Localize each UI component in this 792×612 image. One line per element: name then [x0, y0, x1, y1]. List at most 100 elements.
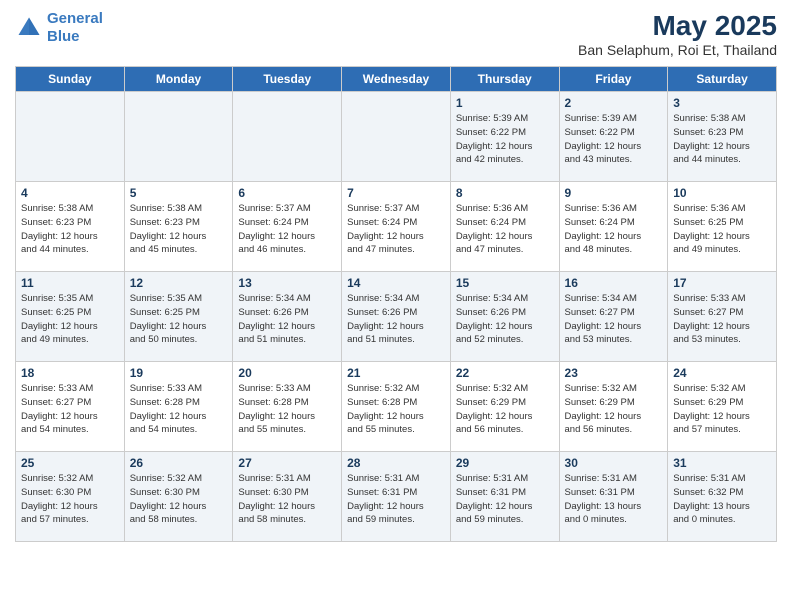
day-cell: 14Sunrise: 5:34 AMSunset: 6:26 PMDayligh…	[342, 272, 451, 362]
day-detail: Sunrise: 5:36 AMSunset: 6:24 PMDaylight:…	[565, 202, 663, 257]
week-row-1: 1 Sunrise: 5:39 AMSunset: 6:22 PMDaylight…	[16, 92, 777, 182]
day-detail: Sunrise: 5:35 AMSunset: 6:25 PMDaylight:…	[21, 292, 119, 347]
day-number: 22	[456, 366, 554, 380]
day-cell: 5 Sunrise: 5:38 AMSunset: 6:23 PMDaylight…	[124, 182, 233, 272]
day-number: 29	[456, 456, 554, 470]
page-title: May 2025	[578, 10, 777, 42]
day-number: 30	[565, 456, 663, 470]
page: General Blue May 2025 Ban Selaphum, Roi …	[0, 0, 792, 557]
day-number: 9	[565, 186, 663, 200]
day-detail: Sunrise: 5:32 AMSunset: 6:28 PMDaylight:…	[347, 382, 445, 437]
col-header-tuesday: Tuesday	[233, 67, 342, 92]
day-cell: 8 Sunrise: 5:36 AMSunset: 6:24 PMDaylight…	[450, 182, 559, 272]
logo-line2: Blue	[47, 28, 80, 45]
day-detail: Sunrise: 5:38 AMSunset: 6:23 PMDaylight:…	[130, 202, 228, 257]
day-detail: Sunrise: 5:31 AMSunset: 6:30 PMDaylight:…	[238, 472, 336, 527]
logo-text: General Blue	[47, 10, 103, 46]
day-number: 13	[238, 276, 336, 290]
col-header-sunday: Sunday	[16, 67, 125, 92]
day-detail: Sunrise: 5:38 AMSunset: 6:23 PMDaylight:…	[21, 202, 119, 257]
day-detail: Sunrise: 5:39 AMSunset: 6:22 PMDaylight:…	[565, 112, 663, 167]
day-detail: Sunrise: 5:32 AMSunset: 6:29 PMDaylight:…	[565, 382, 663, 437]
day-number: 20	[238, 366, 336, 380]
day-cell: 17 Sunrise: 5:33 AMSunset: 6:27 PMDayligh…	[668, 272, 777, 362]
day-cell: 24 Sunrise: 5:32 AMSunset: 6:29 PMDayligh…	[668, 362, 777, 452]
header-row: SundayMondayTuesdayWednesdayThursdayFrid…	[16, 67, 777, 92]
week-row-3: 11Sunrise: 5:35 AMSunset: 6:25 PMDayligh…	[16, 272, 777, 362]
day-detail: Sunrise: 5:34 AMSunset: 6:26 PMDaylight:…	[238, 292, 336, 347]
day-number: 5	[130, 186, 228, 200]
day-cell: 23Sunrise: 5:32 AMSunset: 6:29 PMDayligh…	[559, 362, 668, 452]
day-number: 3	[673, 96, 771, 110]
day-detail: Sunrise: 5:36 AMSunset: 6:24 PMDaylight:…	[456, 202, 554, 257]
day-cell: 22 Sunrise: 5:32 AMSunset: 6:29 PMDayligh…	[450, 362, 559, 452]
day-detail: Sunrise: 5:34 AMSunset: 6:26 PMDaylight:…	[456, 292, 554, 347]
day-detail: Sunrise: 5:32 AMSunset: 6:29 PMDaylight:…	[673, 382, 771, 437]
calendar-table: SundayMondayTuesdayWednesdayThursdayFrid…	[15, 66, 777, 542]
day-cell: 10 Sunrise: 5:36 AMSunset: 6:25 PMDayligh…	[668, 182, 777, 272]
day-detail: Sunrise: 5:31 AMSunset: 6:31 PMDaylight:…	[565, 472, 663, 527]
day-detail: Sunrise: 5:31 AMSunset: 6:31 PMDaylight:…	[456, 472, 554, 527]
week-row-2: 4 Sunrise: 5:38 AMSunset: 6:23 PMDaylight…	[16, 182, 777, 272]
day-cell: 1 Sunrise: 5:39 AMSunset: 6:22 PMDaylight…	[450, 92, 559, 182]
day-cell: 31Sunrise: 5:31 AMSunset: 6:32 PMDayligh…	[668, 452, 777, 542]
day-number: 24	[673, 366, 771, 380]
day-cell: 7 Sunrise: 5:37 AMSunset: 6:24 PMDaylight…	[342, 182, 451, 272]
day-detail: Sunrise: 5:39 AMSunset: 6:22 PMDaylight:…	[456, 112, 554, 167]
col-header-friday: Friday	[559, 67, 668, 92]
day-number: 31	[673, 456, 771, 470]
day-cell: 25Sunrise: 5:32 AMSunset: 6:30 PMDayligh…	[16, 452, 125, 542]
day-cell: 6Sunrise: 5:37 AMSunset: 6:24 PMDaylight…	[233, 182, 342, 272]
page-subtitle: Ban Selaphum, Roi Et, Thailand	[578, 42, 777, 58]
header: General Blue May 2025 Ban Selaphum, Roi …	[15, 10, 777, 58]
day-detail: Sunrise: 5:36 AMSunset: 6:25 PMDaylight:…	[673, 202, 771, 257]
day-detail: Sunrise: 5:33 AMSunset: 6:28 PMDaylight:…	[130, 382, 228, 437]
day-number: 4	[21, 186, 119, 200]
day-number: 10	[673, 186, 771, 200]
day-number: 8	[456, 186, 554, 200]
day-cell: 26Sunrise: 5:32 AMSunset: 6:30 PMDayligh…	[124, 452, 233, 542]
day-number: 16	[565, 276, 663, 290]
day-detail: Sunrise: 5:33 AMSunset: 6:27 PMDaylight:…	[673, 292, 771, 347]
day-detail: Sunrise: 5:34 AMSunset: 6:27 PMDaylight:…	[565, 292, 663, 347]
col-header-monday: Monday	[124, 67, 233, 92]
day-number: 17	[673, 276, 771, 290]
day-cell: 18Sunrise: 5:33 AMSunset: 6:27 PMDayligh…	[16, 362, 125, 452]
day-cell	[16, 92, 125, 182]
day-cell: 27Sunrise: 5:31 AMSunset: 6:30 PMDayligh…	[233, 452, 342, 542]
day-number: 15	[456, 276, 554, 290]
day-detail: Sunrise: 5:31 AMSunset: 6:31 PMDaylight:…	[347, 472, 445, 527]
day-detail: Sunrise: 5:38 AMSunset: 6:23 PMDaylight:…	[673, 112, 771, 167]
col-header-thursday: Thursday	[450, 67, 559, 92]
logo-line1: General	[47, 10, 103, 27]
day-cell: 16 Sunrise: 5:34 AMSunset: 6:27 PMDayligh…	[559, 272, 668, 362]
day-cell	[233, 92, 342, 182]
day-number: 1	[456, 96, 554, 110]
day-number: 26	[130, 456, 228, 470]
day-cell: 13 Sunrise: 5:34 AMSunset: 6:26 PMDayligh…	[233, 272, 342, 362]
day-cell: 20 Sunrise: 5:33 AMSunset: 6:28 PMDayligh…	[233, 362, 342, 452]
day-cell	[124, 92, 233, 182]
day-number: 21	[347, 366, 445, 380]
week-row-5: 25Sunrise: 5:32 AMSunset: 6:30 PMDayligh…	[16, 452, 777, 542]
day-cell: 2 Sunrise: 5:39 AMSunset: 6:22 PMDaylight…	[559, 92, 668, 182]
col-header-saturday: Saturday	[668, 67, 777, 92]
day-number: 2	[565, 96, 663, 110]
day-cell: 30 Sunrise: 5:31 AMSunset: 6:31 PMDayligh…	[559, 452, 668, 542]
day-detail: Sunrise: 5:32 AMSunset: 6:30 PMDaylight:…	[21, 472, 119, 527]
day-detail: Sunrise: 5:32 AMSunset: 6:29 PMDaylight:…	[456, 382, 554, 437]
day-detail: Sunrise: 5:33 AMSunset: 6:27 PMDaylight:…	[21, 382, 119, 437]
day-cell: 21 Sunrise: 5:32 AMSunset: 6:28 PMDayligh…	[342, 362, 451, 452]
day-cell: 3 Sunrise: 5:38 AMSunset: 6:23 PMDaylight…	[668, 92, 777, 182]
day-cell: 9 Sunrise: 5:36 AMSunset: 6:24 PMDaylight…	[559, 182, 668, 272]
day-cell: 4 Sunrise: 5:38 AMSunset: 6:23 PMDaylight…	[16, 182, 125, 272]
day-cell: 28 Sunrise: 5:31 AMSunset: 6:31 PMDayligh…	[342, 452, 451, 542]
day-number: 28	[347, 456, 445, 470]
day-number: 7	[347, 186, 445, 200]
title-block: May 2025 Ban Selaphum, Roi Et, Thailand	[578, 10, 777, 58]
day-detail: Sunrise: 5:35 AMSunset: 6:25 PMDaylight:…	[130, 292, 228, 347]
col-header-wednesday: Wednesday	[342, 67, 451, 92]
day-detail: Sunrise: 5:37 AMSunset: 6:24 PMDaylight:…	[347, 202, 445, 257]
day-number: 6	[238, 186, 336, 200]
day-detail: Sunrise: 5:33 AMSunset: 6:28 PMDaylight:…	[238, 382, 336, 437]
